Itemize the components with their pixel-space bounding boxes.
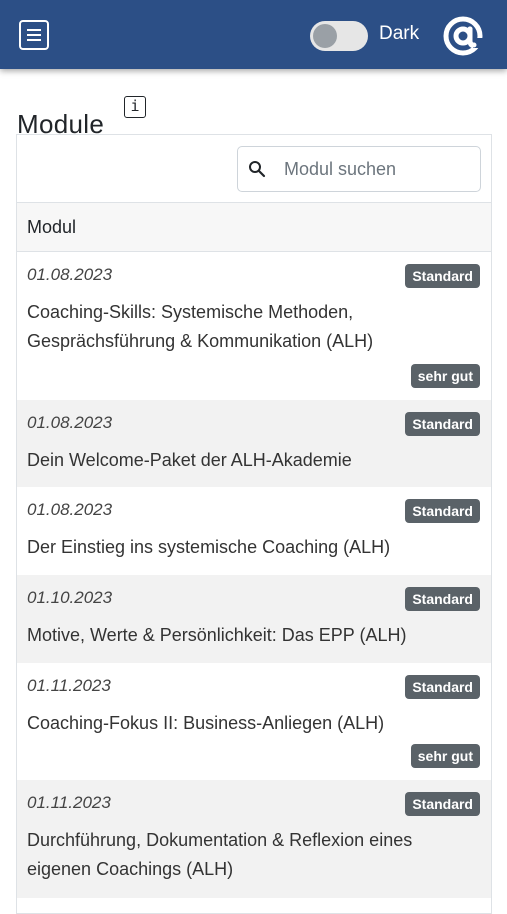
column-header[interactable]: Modul [17,202,491,252]
status-badge: Standard [405,675,480,699]
status-badge: Standard [405,499,480,523]
table-row[interactable]: 01.11.2023 Standard Durchführung, Dokume… [17,780,491,898]
at-sign-logo-icon[interactable] [442,15,484,57]
module-title[interactable]: Durchführung, Dokumentation & Reflexion … [27,826,467,884]
toggle-knob [313,24,337,48]
dark-mode-toggle[interactable] [310,21,368,51]
top-navbar: Dark [0,0,507,69]
hamburger-menu-icon[interactable] [19,20,49,50]
table-row[interactable]: 01.10.2023 Standard Motive, Werte & Pers… [17,575,491,663]
search-input[interactable] [284,155,470,183]
status-badge: Standard [405,264,480,288]
status-badge: Standard [405,792,480,816]
table-row[interactable]: 01.08.2023 Standard Coaching-Skills: Sys… [17,252,491,400]
status-badge: Standard [405,412,480,436]
grade-badge: sehr gut [410,364,480,388]
module-title[interactable]: Dein Welcome-Paket der ALH-Akademie [27,446,467,475]
search-icon [249,161,266,178]
column-header-label: Modul [27,217,77,237]
grade-badge: sehr gut [410,744,480,768]
module-card: Modul 01.08.2023 Standard Coaching-Skill… [16,134,492,914]
table-row[interactable]: 01.08.2023 Standard Dein Welcome-Paket d… [17,400,491,487]
module-title[interactable]: Coaching-Fokus II: Business-Anliegen (AL… [27,709,467,738]
module-title[interactable]: Der Einstieg ins systemische Coaching (A… [27,533,467,562]
table-row[interactable]: 01.08.2023 Standard Der Einstieg ins sys… [17,487,491,575]
info-icon[interactable]: i [124,96,146,118]
dark-mode-label: Dark [379,23,420,44]
module-title[interactable]: Coaching-Skills: Systemische Methoden, G… [27,298,467,356]
module-list: 01.08.2023 Standard Coaching-Skills: Sys… [17,252,491,898]
table-row[interactable]: 01.11.2023 Standard Coaching-Fokus II: B… [17,663,491,780]
search-box[interactable] [237,146,481,192]
status-badge: Standard [405,587,480,611]
module-title[interactable]: Motive, Werte & Persönlichkeit: Das EPP … [27,621,467,650]
